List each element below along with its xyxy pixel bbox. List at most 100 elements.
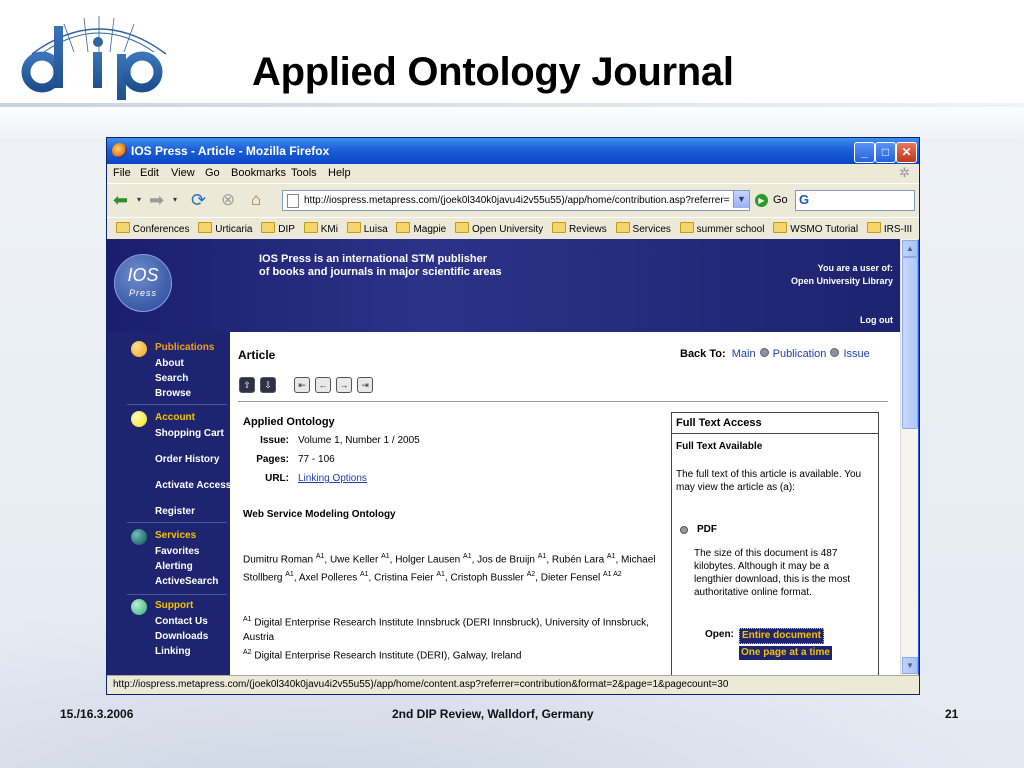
scroll-down-icon[interactable]: ▼ [902,657,918,674]
bookmark-magpie[interactable]: Magpie [396,222,446,235]
first-page-icon[interactable]: ⇤ [294,377,310,393]
forward-arrow-icon[interactable]: ➡ [149,190,164,210]
folder-icon [773,222,788,233]
go-arrow-icon: ▶ [755,193,768,207]
bookmark-kmi[interactable]: KMi [303,222,338,235]
divider [238,401,888,402]
menu-bookmarks[interactable]: Bookmarks [231,167,286,179]
dip-logo [21,16,167,100]
sidebar-item-about[interactable]: About [155,358,235,369]
bookmark-dip[interactable]: DIP [261,222,295,235]
sidebar-item-linking[interactable]: Linking [155,646,235,657]
bookmark-summer-school[interactable]: summer school [679,222,764,235]
back-link-main[interactable]: Main [732,348,756,360]
orange-dot-icon [131,341,147,357]
logout-link[interactable]: Log out [860,315,893,325]
bookmark-wsmo-tutorial[interactable]: WSMO Tutorial [773,222,858,235]
open-entire-document-button[interactable]: Entire document [739,628,824,644]
sidebar-head-services[interactable]: Services [155,530,196,541]
sidebar-item-alerting[interactable]: Alerting [155,561,235,572]
sidebar-head-support[interactable]: Support [155,600,193,611]
bookmark-services[interactable]: Services [615,222,671,235]
article-heading: Article [238,348,276,362]
minimize-button[interactable]: _ [854,142,875,163]
menu-tools[interactable]: Tools [291,167,317,179]
menu-file[interactable]: File [113,167,131,179]
folder-icon [115,222,130,233]
bullet-icon [759,348,769,357]
sidebar-head-account[interactable]: Account [155,412,195,423]
pdf-radio[interactable] [680,526,688,534]
footer-page-number: 21 [945,707,959,721]
google-icon: G [799,192,810,207]
search-input[interactable]: G [795,190,915,211]
journal-name: Applied Ontology [243,416,335,428]
stop-icon[interactable]: ⊗ [221,190,235,210]
sidebar-item-order-history[interactable]: Order History [155,454,235,465]
sidebar-item-activate-access[interactable]: Activate Access [155,480,235,491]
scroll-up-icon[interactable]: ▲ [902,240,918,257]
affiliation-list: A1 Digital Enterprise Research Institute… [243,612,673,664]
sidebar-item-favorites[interactable]: Favorites [155,546,235,557]
url-text: http://iospress.metapress.com/(joek0l340… [304,195,730,206]
bookmark-reviews[interactable]: Reviews [551,222,607,235]
sidebar-item-browse[interactable]: Browse [155,388,235,399]
arrow-up-icon[interactable]: ⇧ [239,377,255,393]
window-titlebar[interactable]: IOS Press - Article - Mozilla Firefox _ … [107,138,919,164]
sidebar-item-register[interactable]: Register [155,506,235,517]
scrollbar-thumb[interactable] [902,257,918,429]
sidebar-divider [127,594,227,595]
maximize-button[interactable]: □ [875,142,896,163]
back-arrow-icon[interactable]: ⬅ [113,190,128,210]
window-title: IOS Press - Article - Mozilla Firefox [131,144,330,158]
forward-dropdown-icon[interactable]: ▾ [173,190,177,210]
folder-icon [198,222,213,233]
sidebar-divider [127,522,227,523]
sidebar-item-search[interactable]: Search [155,373,235,384]
back-link-publication[interactable]: Publication [773,348,827,360]
next-page-icon[interactable]: → [336,377,352,393]
folder-icon [396,222,411,233]
menu-view[interactable]: View [171,167,195,179]
close-button[interactable]: ✕ [896,142,917,163]
previous-page-icon[interactable]: ← [315,377,331,393]
full-text-desc: The full text of this article is availab… [676,469,862,493]
full-text-available: Full Text Available [676,441,763,452]
menu-go[interactable]: Go [205,167,220,179]
status-text: http://iospress.metapress.com/(joek0l340… [113,679,729,690]
sidebar-item-activesearch[interactable]: ActiveSearch [155,576,235,587]
back-link-issue[interactable]: Issue [843,348,869,360]
open-one-page-button[interactable]: One page at a time [739,646,832,660]
bookmark-irs-iii[interactable]: IRS-III [866,222,912,235]
vertical-scrollbar[interactable]: ▲ ▼ [900,239,918,675]
sidebar-item-contact-us[interactable]: Contact Us [155,616,235,627]
menu-edit[interactable]: Edit [140,167,159,179]
ios-press-logo[interactable]: IOS Press [114,254,172,312]
bookmark-conferences[interactable]: Conferences [115,222,189,235]
yellow-dot-icon [131,411,147,427]
ios-sidebar: Publications About Search Browse Account… [107,332,231,675]
menu-bar: File Edit View Go Bookmarks Tools Help ✲ [107,164,919,183]
arrow-down-icon[interactable]: ⇩ [260,377,276,393]
url-dropdown-icon[interactable]: ▼ [733,191,749,208]
footer-event: 2nd DIP Review, Walldorf, Germany [392,707,594,721]
home-icon[interactable]: ⌂ [251,190,261,210]
bookmark-open-university[interactable]: Open University [455,222,543,235]
pdf-label: PDF [697,524,717,535]
back-dropdown-icon[interactable]: ▾ [137,190,141,210]
page-icon [287,194,299,208]
menu-help[interactable]: Help [328,167,351,179]
reload-icon[interactable]: ⟳ [191,190,206,210]
sidebar-item-downloads[interactable]: Downloads [155,631,235,642]
go-button[interactable]: ▶ Go [755,191,788,209]
folder-icon [455,222,470,233]
url-bar[interactable]: http://iospress.metapress.com/(joek0l340… [282,190,750,211]
sidebar-head-publications[interactable]: Publications [155,342,214,353]
last-page-icon[interactable]: ⇥ [357,377,373,393]
sidebar-item-shopping-cart[interactable]: Shopping Cart [155,428,235,439]
firefox-icon [112,143,127,158]
bookmark-luisa[interactable]: Luisa [346,222,388,235]
linking-options-link[interactable]: Linking Options [298,473,367,484]
full-text-access-panel: Full Text Access Full Text Available The… [671,412,879,675]
bookmark-urticaria[interactable]: Urticaria [198,222,253,235]
